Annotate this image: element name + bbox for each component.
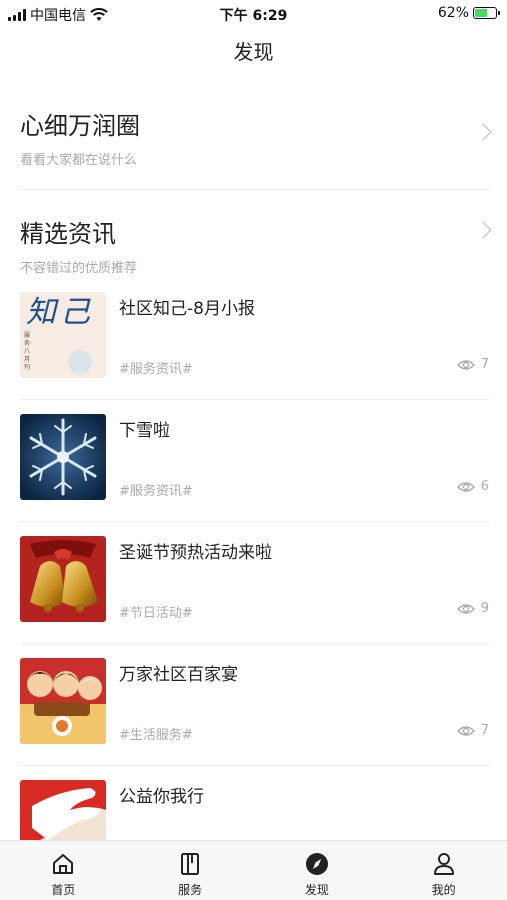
tab-label: 服务 (178, 883, 203, 897)
news-item-tag: #服务资讯# (119, 484, 193, 499)
news-section-header[interactable]: 精选资讯 不容错过的优质推荐 (20, 214, 492, 276)
item-divider (20, 521, 489, 522)
view-count: 6 (456, 479, 489, 494)
news-item[interactable]: 圣诞节预热活动来啦 #节日活动# 9 (20, 536, 489, 644)
news-thumbnail (20, 414, 106, 500)
view-count-value: 7 (480, 357, 489, 372)
view-count: 7 (456, 723, 489, 738)
news-item-title: 万家社区百家宴 (119, 665, 238, 685)
circle-title: 心细万润圈 (20, 112, 140, 140)
feast-thumbnail-icon (20, 658, 106, 744)
news-thumbnail: 知己 服务·八月刊 (20, 292, 106, 378)
news-item-tag: #服务资讯# (119, 362, 193, 377)
news-item[interactable]: 下雪啦 #服务资讯# 6 (20, 414, 489, 522)
section-divider (20, 189, 489, 190)
item-divider (20, 399, 489, 400)
tab-label: 发现 (304, 883, 329, 897)
tab-label: 我的 (431, 883, 456, 897)
eye-icon (456, 359, 475, 370)
item-divider (20, 765, 489, 766)
eye-icon (456, 481, 475, 492)
tab-home[interactable]: 首页 (0, 841, 127, 900)
tab-label: 首页 (51, 883, 76, 897)
news-thumbnail (20, 536, 106, 622)
news-item[interactable]: 知己 服务·八月刊 社区知己-8月小报 #服务资讯# 7 (20, 292, 489, 400)
compass-icon (305, 853, 328, 875)
user-icon (433, 853, 454, 875)
battery-icon (473, 7, 500, 19)
bells-thumbnail-icon (20, 536, 106, 622)
tab-service[interactable]: 服务 (127, 841, 254, 900)
news-item-tag: #生活服务# (119, 728, 193, 743)
news-item-title: 公益你我行 (119, 787, 204, 807)
news-item-tag: #节日活动# (119, 606, 193, 621)
home-icon (53, 854, 74, 874)
news-item-title: 下雪啦 (119, 421, 170, 441)
view-count-value: 9 (480, 601, 489, 616)
news-item-title: 社区知己-8月小报 (119, 299, 255, 319)
news-subtitle: 不容错过的优质推荐 (20, 261, 138, 276)
zhiji-calligraphy: 知己 (26, 295, 94, 330)
view-count-value: 7 (480, 723, 489, 738)
tab-discover[interactable]: 发现 (254, 841, 381, 900)
circle-subtitle: 看看大家都在说什么 (20, 153, 138, 168)
status-bar: 中国电信 下午 6:29 62% (0, 0, 507, 28)
news-item-title: 圣诞节预热活动来啦 (119, 543, 272, 563)
view-count: 9 (456, 601, 489, 616)
clock: 下午 6:29 (219, 8, 288, 24)
circle-section-header[interactable]: 心细万润圈 看看大家都在说什么 (20, 106, 492, 168)
battery-level (475, 9, 488, 17)
news-thumbnail (20, 658, 106, 744)
item-divider (20, 643, 489, 644)
page-title: 发现 (233, 40, 274, 64)
zhiji-issue-label: 服务·八月刊 (24, 332, 32, 371)
status-right: 62% (437, 5, 500, 21)
book-icon (181, 853, 200, 875)
eye-icon (456, 725, 475, 736)
tab-mine[interactable]: 我的 (380, 841, 507, 900)
view-count: 7 (456, 357, 489, 372)
snowflake-thumbnail-icon (20, 414, 106, 500)
tab-bar: 首页 服务 发现 我的 (0, 840, 507, 900)
view-count-value: 6 (480, 479, 489, 494)
news-title: 精选资讯 (20, 220, 116, 248)
eye-icon (456, 603, 475, 614)
news-item[interactable]: 万家社区百家宴 #生活服务# 7 (20, 658, 489, 766)
battery-percent: 62% (437, 5, 469, 21)
